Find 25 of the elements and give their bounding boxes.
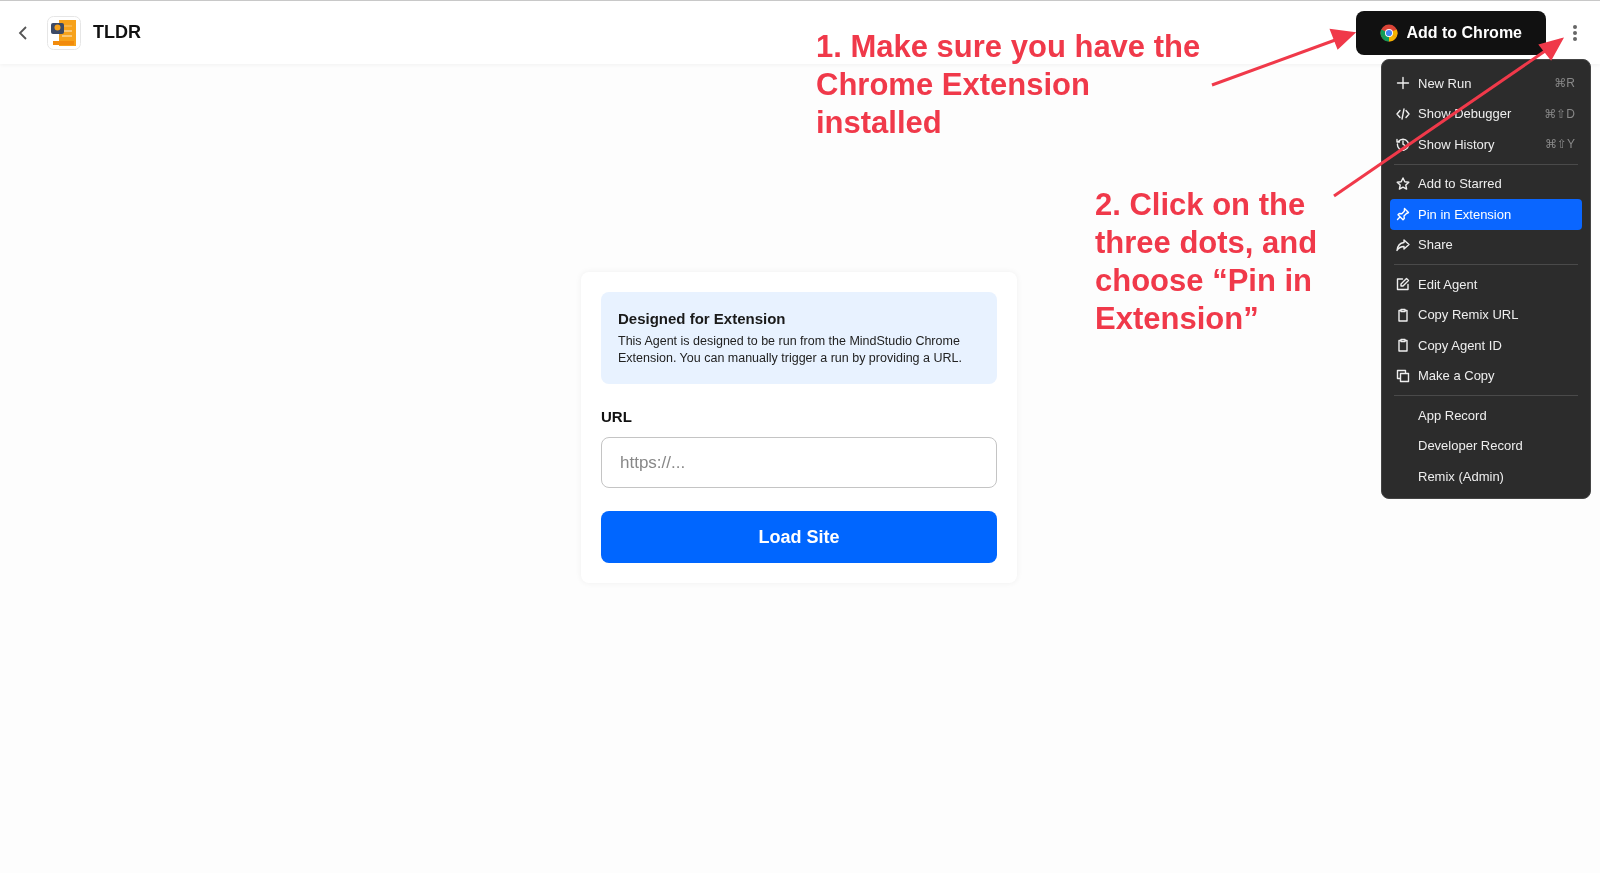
- menu-item[interactable]: Remix (Admin): [1390, 461, 1582, 492]
- menu-item[interactable]: New Run ⌘R: [1390, 68, 1582, 99]
- notice-title: Designed for Extension: [618, 310, 787, 327]
- load-site-button[interactable]: Load Site: [601, 511, 997, 563]
- annotation-text: 2. Click on the three dots, and choose “Pin in Extension”: [1095, 186, 1319, 338]
- shortcut-hint: ⌘⇧D: [1544, 106, 1575, 121]
- notice-text: This Agent is designed to be run from the MindStudio Chrome Extension. You can manually trigger a run by providing a URL.: [618, 333, 963, 367]
- shortcut-hint: ⌘⇧Y: [1544, 137, 1575, 152]
- url-input-field[interactable]: https://...: [601, 437, 997, 488]
- menu-item[interactable]: Pin in Extension: [1390, 199, 1582, 230]
- field-label: URL: [601, 408, 633, 425]
- menu-item[interactable]: App Record: [1390, 400, 1582, 431]
- menu-item[interactable]: Developer Record: [1390, 430, 1582, 461]
- menu-item[interactable]: Show Debugger ⌘⇧D: [1390, 98, 1582, 129]
- shortcut-hint: ⌘R: [1554, 76, 1575, 91]
- menu-item[interactable]: Make a Copy: [1390, 360, 1582, 391]
- menu-item[interactable]: Show History ⌘⇧Y: [1390, 129, 1582, 160]
- menu-item[interactable]: Add to Starred: [1390, 168, 1582, 199]
- app-title: TLDR: [93, 22, 141, 43]
- add-to-chrome-button[interactable]: Add to Chrome: [1356, 10, 1546, 55]
- menu-item[interactable]: Share: [1390, 229, 1582, 260]
- annotation-text: 1. Make sure you have the Chrome Extension installed: [816, 28, 1201, 142]
- menu-item[interactable]: Copy Remix URL: [1390, 299, 1582, 330]
- menu-item[interactable]: Edit Agent: [1390, 269, 1582, 300]
- menu-item[interactable]: Copy Agent ID: [1390, 330, 1582, 361]
